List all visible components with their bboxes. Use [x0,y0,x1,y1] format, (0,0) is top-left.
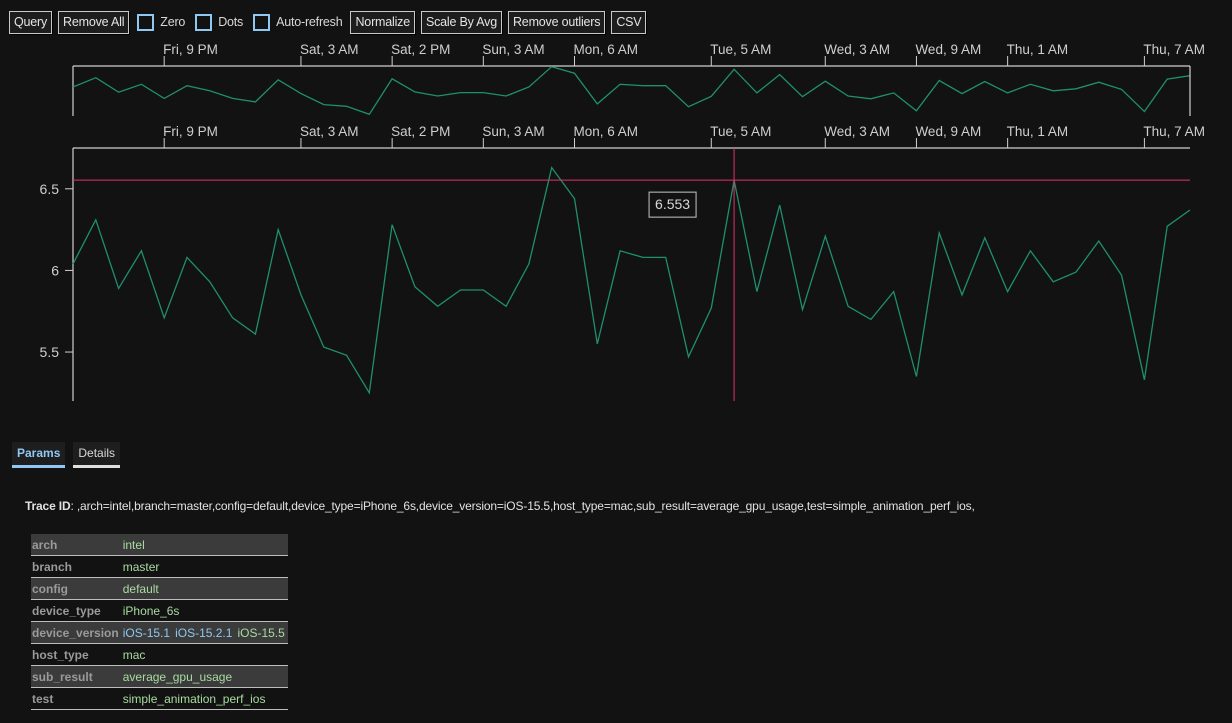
main-x-tick-label: Sat, 3 AM [300,124,359,139]
param-values: iOS-15.1 iOS-15.2.1 iOS-15.5 [120,621,288,644]
main-y-tick-label: 6 [51,262,59,278]
param-value[interactable]: iOS-15.2.1 [175,626,232,640]
param-key: sub_result [31,665,121,688]
param-value[interactable]: iPhone_6s [123,604,180,618]
param-value[interactable]: iOS-15.5 [237,626,284,640]
tab-bar: Params Details [12,442,121,468]
param-value[interactable]: master [123,560,160,574]
tab-details[interactable]: Details [73,442,121,468]
param-values: intel [120,534,288,556]
param-row: branch master [31,555,288,578]
main-x-tick-label: Fri, 9 PM [163,124,218,139]
param-value[interactable]: intel [123,538,145,552]
param-row: config default [31,577,288,600]
param-value[interactable]: default [123,582,159,596]
overview-x-tick-label: Sun, 3 AM [482,42,544,57]
param-key: branch [31,555,121,578]
main-x-tick-label: Sat, 2 PM [391,124,450,139]
param-values: iPhone_6s [120,599,288,622]
overview-x-tick-label: Tue, 5 AM [710,42,771,57]
main-x-tick-label: Wed, 9 AM [915,124,981,139]
main-x-tick-label: Mon, 6 AM [574,124,639,139]
overview-x-tick-label: Fri, 9 PM [163,42,218,57]
param-key: host_type [31,643,121,666]
overview-x-tick-label: Thu, 1 AM [1007,42,1069,57]
value-tooltip-text: 6.553 [655,196,690,212]
param-values: average_gpu_usage [120,665,288,688]
main-series-line[interactable] [72,166,1191,395]
param-row: host_type mac [31,643,288,666]
main-chart[interactable]: Fri, 9 PM Sat, 3 AM Sat, 2 PM Sun, 3 AM Mon,… [40,124,1205,401]
param-key: arch [31,534,121,556]
param-value[interactable]: simple_animation_perf_ios [123,692,266,706]
param-values: simple_animation_perf_ios [120,687,288,710]
overview-series-line[interactable] [72,65,1191,116]
main-y-tick-label: 5.5 [40,344,60,360]
tab-params[interactable]: Params [12,442,66,468]
param-key: device_type [31,599,121,622]
plot-area[interactable]: Fri, 9 PM Sat, 3 AM Sat, 2 PM Sun, 3 AM Mon,… [0,0,1232,420]
param-values: default [120,577,288,600]
trace-id-value: : ,arch=intel,branch=master,config=defau… [70,499,975,513]
trace-id-label: Trace ID [25,499,71,513]
overview-x-tick-label: Sat, 3 AM [300,42,359,57]
overview-x-tick-label: Mon, 6 AM [574,42,639,57]
overview-x-tick-label: Thu, 7 AM [1143,42,1205,57]
overview-chart[interactable]: Fri, 9 PM Sat, 3 AM Sat, 2 PM Sun, 3 AM Mon,… [72,42,1205,116]
main-y-tick-label: 6.5 [40,181,60,197]
overview-x-tick-label: Sat, 2 PM [391,42,450,57]
param-value[interactable]: mac [123,648,146,662]
main-x-tick-label: Thu, 1 AM [1007,124,1069,139]
param-row: test simple_animation_perf_ios [31,687,288,710]
main-x-tick-label: Wed, 3 AM [824,124,890,139]
overview-x-tick-label: Wed, 3 AM [824,42,890,57]
param-row: device_type iPhone_6s [31,599,288,622]
param-values: mac [120,643,288,666]
param-row: arch intel [31,534,288,556]
param-row: sub_result average_gpu_usage [31,665,288,688]
param-values: master [120,555,288,578]
params-table: arch intel branch master config default device… [31,534,288,710]
param-value[interactable]: iOS-15.1 [123,626,170,640]
param-key: config [31,577,121,600]
param-key: device_version [31,621,121,644]
param-value[interactable]: average_gpu_usage [123,670,232,684]
main-x-tick-label: Sun, 3 AM [482,124,544,139]
main-x-tick-label: Tue, 5 AM [710,124,771,139]
param-row: device_version iOS-15.1 iOS-15.2.1 iOS-15.5 [31,621,288,644]
main-x-tick-label: Thu, 7 AM [1143,124,1205,139]
overview-x-tick-label: Wed, 9 AM [915,42,981,57]
trace-id: Trace ID: ,arch=intel,branch=master,conf… [25,499,975,513]
param-key: test [31,687,121,710]
